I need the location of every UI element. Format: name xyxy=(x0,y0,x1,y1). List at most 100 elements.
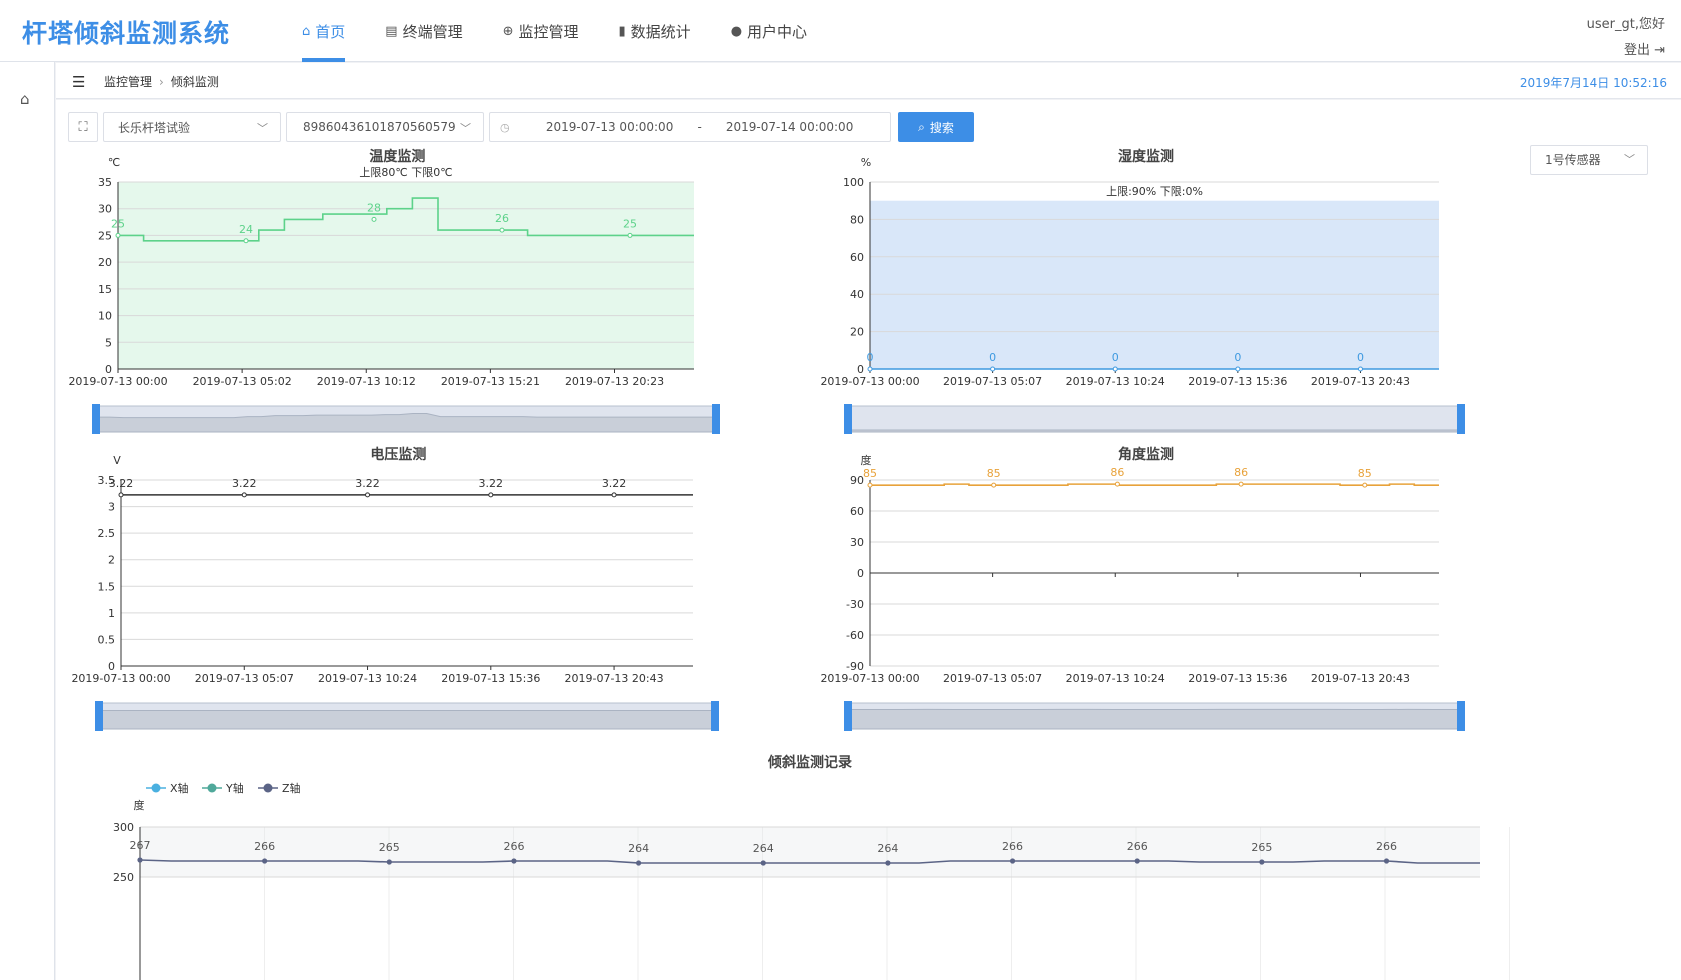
user-icon: ● xyxy=(730,23,743,39)
nav-monitor-label: 监控管理 xyxy=(518,22,579,41)
angle-data-point xyxy=(1238,481,1244,487)
main-content: ⛶ 长乐杆塔试验 ﹀ 89860436101870560579 ﹀ ◷ 2019… xyxy=(56,100,1681,980)
tilt-y-tick-label: 300 xyxy=(113,821,134,834)
humidity-zoom-track xyxy=(847,405,1462,433)
tilt-legend-label[interactable]: Z轴 xyxy=(282,781,301,795)
temperature-x-tick-label: 2019-07-13 05:02 xyxy=(193,375,292,388)
angle-data-label: 85 xyxy=(1358,467,1372,480)
nav-monitor-management[interactable]: ⊕ 监控管理 xyxy=(483,0,599,62)
voltage-data-point xyxy=(365,492,371,498)
angle-zoom-slider[interactable] xyxy=(844,701,1465,731)
temperature-zoom-handle-right[interactable] xyxy=(712,404,720,434)
voltage-data-label: 3.22 xyxy=(109,477,134,490)
tilt-legend-label[interactable]: X轴 xyxy=(170,781,189,795)
tilt-data-label: 264 xyxy=(753,842,774,855)
temperature-y-tick-label: 10 xyxy=(98,310,112,323)
voltage-data-point xyxy=(611,492,617,498)
voltage-data-label: 3.22 xyxy=(355,477,380,490)
voltage-x-tick-label: 2019-07-13 15:36 xyxy=(441,672,540,685)
sidebar-home-icon[interactable]: ⌂ xyxy=(20,90,30,108)
user-panel: user_gt,您好 登出 ⇥ xyxy=(1587,12,1665,64)
nav-home[interactable]: ⌂ 首页 xyxy=(282,0,365,62)
tilt-data-point xyxy=(262,858,268,864)
angle-data-point xyxy=(1362,482,1368,488)
temperature-x-tick-label: 2019-07-13 10:12 xyxy=(317,375,416,388)
voltage-title: 电压监测 xyxy=(370,446,426,463)
tilt-y-tick-label: 250 xyxy=(113,871,134,884)
angle-data-label: 85 xyxy=(987,467,1001,480)
temperature-subtitle: 上限80℃ 下限0℃ xyxy=(359,166,452,179)
voltage-x-tick-label: 2019-07-13 20:43 xyxy=(565,672,664,685)
main-nav: ⌂ 首页 ▤ 终端管理 ⊕ 监控管理 ▮ 数据统计 ● 用户中心 xyxy=(282,0,827,62)
angle-y-tick-label: -30 xyxy=(846,598,864,611)
voltage-zoom-slider[interactable] xyxy=(95,701,719,731)
logout-button[interactable]: 登出 ⇥ xyxy=(1587,38,1665,64)
tilt-y-unit-label: 度 xyxy=(134,798,145,812)
angle-data-label: 85 xyxy=(863,467,877,480)
voltage-zoom-handle-left[interactable] xyxy=(95,701,103,731)
temperature-x-tick-label: 2019-07-13 00:00 xyxy=(68,375,167,388)
angle-x-tick-label: 2019-07-13 15:36 xyxy=(1188,672,1287,685)
temperature-y-tick-label: 35 xyxy=(98,176,112,189)
breadcrumb-item-tilt: 倾斜监测 xyxy=(170,75,219,89)
temperature-data-point xyxy=(243,238,249,244)
tilt-data-label: 267 xyxy=(130,839,151,852)
voltage-zoom-preview xyxy=(98,709,716,730)
humidity-chart: 0204060801002019-07-13 00:00 2019-07-13 0… xyxy=(820,148,1465,434)
temperature-title: 温度监测 xyxy=(369,148,425,165)
tilt-data-label: 266 xyxy=(1127,840,1148,853)
tilt-data-label: 266 xyxy=(254,840,275,853)
tilt-data-label: 266 xyxy=(1002,840,1023,853)
angle-series-line xyxy=(870,483,1439,486)
nav-home-label: 首页 xyxy=(315,22,346,41)
tilt-legend-label[interactable]: Y轴 xyxy=(225,781,244,795)
angle-data-label: 86 xyxy=(1234,466,1248,479)
nav-user-label: 用户中心 xyxy=(747,22,808,41)
nav-user-center[interactable]: ● 用户中心 xyxy=(711,0,827,62)
tilt-data-label: 266 xyxy=(503,840,524,853)
humidity-y-unit-label: % xyxy=(861,156,871,169)
angle-x-tick-label: 2019-07-13 20:43 xyxy=(1311,672,1410,685)
tilt-record-chart: 倾斜监测记录 X轴 Y轴 Z轴度 250 300 267 266 265 266 264 264 264… xyxy=(113,754,1510,980)
temperature-y-tick-label: 25 xyxy=(98,229,112,242)
humidity-data-point xyxy=(867,366,873,372)
angle-data-point xyxy=(867,482,873,488)
humidity-y-tick-label: 100 xyxy=(843,176,864,189)
app-brand-title: 杆塔倾斜监测系统 xyxy=(22,19,231,48)
tilt-record-title: 倾斜监测记录 xyxy=(767,754,852,771)
angle-chart: -90-60-3003060902019-07-13 00:00 2019-07-… xyxy=(820,446,1465,731)
tilt-data-label: 265 xyxy=(1251,841,1272,854)
voltage-data-point xyxy=(241,492,247,498)
globe-icon: ⊕ xyxy=(502,23,514,39)
temperature-data-point xyxy=(371,216,377,222)
angle-data-label: 86 xyxy=(1110,466,1124,479)
humidity-y-tick-label: 60 xyxy=(850,251,864,264)
temperature-zoom-slider[interactable] xyxy=(92,404,720,434)
tilt-data-label: 265 xyxy=(379,841,400,854)
temperature-data-point xyxy=(115,232,121,238)
angle-y-tick-label: 30 xyxy=(850,536,864,549)
tilt-legend-marker xyxy=(151,783,161,793)
humidity-zoom-preview xyxy=(847,429,1462,433)
top-navbar: 杆塔倾斜监测系统 ⌂ 首页 ▤ 终端管理 ⊕ 监控管理 ▮ 数据统计 ● 用户中… xyxy=(0,0,1681,62)
nav-data-statistics[interactable]: ▮ 数据统计 xyxy=(599,0,711,62)
voltage-data-point xyxy=(488,492,494,498)
humidity-zoom-handle-left[interactable] xyxy=(844,404,852,434)
temperature-y-tick-label: 30 xyxy=(98,203,112,216)
angle-zoom-handle-left[interactable] xyxy=(844,701,852,731)
tilt-legend-marker xyxy=(207,783,217,793)
tilt-data-label: 266 xyxy=(1376,840,1397,853)
humidity-zoom-handle-right[interactable] xyxy=(1457,404,1465,434)
breadcrumb-item-monitor[interactable]: 监控管理 xyxy=(104,75,152,89)
humidity-y-tick-label: 20 xyxy=(850,326,864,339)
humidity-zoom-slider[interactable] xyxy=(844,404,1465,434)
tilt-data-point xyxy=(1009,858,1016,864)
logout-icon: ⇥ xyxy=(1654,43,1665,58)
menu-toggle-icon[interactable]: ☰ xyxy=(72,73,85,91)
temperature-y-unit-label: ℃ xyxy=(108,156,120,169)
angle-zoom-handle-right[interactable] xyxy=(1457,701,1465,731)
angle-data-point xyxy=(991,482,997,488)
temperature-zoom-handle-left[interactable] xyxy=(92,404,100,434)
nav-terminal-management[interactable]: ▤ 终端管理 xyxy=(365,0,482,62)
voltage-zoom-handle-right[interactable] xyxy=(711,701,719,731)
